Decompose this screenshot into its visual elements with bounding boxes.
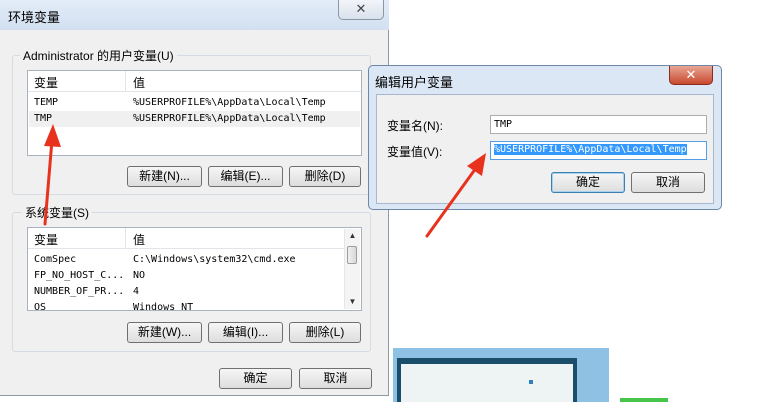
edit-close-button[interactable]: ✕ bbox=[669, 66, 713, 85]
table-row[interactable]: ComSpec C:\Windows\system32\cmd.exe bbox=[29, 252, 344, 268]
user-col-separator[interactable] bbox=[125, 71, 126, 91]
user-delete-button[interactable]: 删除(D) bbox=[289, 166, 361, 187]
system-col-separator[interactable] bbox=[125, 228, 126, 248]
system-row-name: NUMBER_OF_PR... bbox=[34, 286, 125, 297]
user-row-value: %USERPROFILE%\AppData\Local\Temp bbox=[133, 97, 326, 108]
main-dialog-title: 环境变量 bbox=[8, 10, 61, 25]
scrollbar-thumb[interactable] bbox=[347, 246, 357, 264]
environment-variables-dialog: 环境变量 ✕ Administrator 的用户变量(U) 变量 值 TEMP … bbox=[0, 0, 389, 396]
table-row[interactable]: FP_NO_HOST_C... NO bbox=[29, 268, 344, 284]
user-variables-list[interactable]: 变量 值 TEMP %USERPROFILE%\AppData\Local\Te… bbox=[27, 70, 362, 156]
edit-ok-button[interactable]: 确定 bbox=[551, 172, 625, 193]
system-row-name: FP_NO_HOST_C... bbox=[34, 270, 125, 281]
system-variables-label: 系统变量(S) bbox=[22, 204, 92, 221]
system-row-value: 4 bbox=[133, 286, 140, 297]
background-green-strip bbox=[620, 398, 668, 402]
system-row-value: NO bbox=[133, 270, 146, 281]
close-icon: ✕ bbox=[355, 1, 367, 16]
user-edit-button[interactable]: 编辑(E)... bbox=[208, 166, 283, 187]
background-window bbox=[393, 348, 609, 402]
system-delete-button[interactable]: 删除(L) bbox=[289, 322, 361, 343]
edit-user-variable-dialog: 编辑用户变量 ✕ 变量名(N): 变量值(V): %USERPROFILE%\A… bbox=[368, 65, 722, 210]
system-row-name: OS bbox=[34, 302, 47, 311]
user-variables-label: Administrator 的用户变量(U) bbox=[20, 47, 177, 64]
system-row-name: ComSpec bbox=[34, 254, 77, 265]
system-list-header: 变量 值 bbox=[28, 228, 345, 249]
chevron-down-icon[interactable]: ▼ bbox=[345, 295, 360, 309]
system-variables-list[interactable]: 变量 值 ComSpec C:\Windows\system32\cmd.exe… bbox=[27, 227, 362, 311]
user-row-value: %USERPROFILE%\AppData\Local\Temp bbox=[133, 113, 326, 124]
user-col-variable[interactable]: 变量 bbox=[34, 74, 58, 91]
table-row[interactable]: TMP %USERPROFILE%\AppData\Local\Temp bbox=[29, 111, 360, 127]
system-row-value: C:\Windows\system32\cmd.exe bbox=[133, 254, 296, 265]
variable-value-selection: %USERPROFILE%\AppData\Local\Temp bbox=[494, 144, 687, 155]
background-window-content bbox=[401, 364, 573, 402]
variable-value-input[interactable]: %USERPROFILE%\AppData\Local\Temp bbox=[490, 141, 707, 160]
user-row-name: TMP bbox=[34, 113, 53, 124]
main-cancel-button[interactable]: 取消 bbox=[299, 368, 372, 389]
variable-value-label: 变量值(V): bbox=[387, 145, 443, 159]
user-new-button[interactable]: 新建(N)... bbox=[127, 166, 202, 187]
edit-dialog-title: 编辑用户变量 bbox=[375, 75, 454, 90]
table-row[interactable]: TEMP %USERPROFILE%\AppData\Local\Temp bbox=[29, 95, 360, 111]
variable-name-input[interactable] bbox=[490, 115, 707, 134]
system-edit-button[interactable]: 编辑(I)... bbox=[208, 322, 283, 343]
system-col-value[interactable]: 值 bbox=[133, 231, 145, 248]
system-list-scrollbar[interactable]: ▲ ▼ bbox=[344, 229, 360, 309]
user-list-header: 变量 值 bbox=[28, 71, 361, 92]
edit-cancel-button[interactable]: 取消 bbox=[631, 172, 705, 193]
table-row[interactable]: OS Windows_NT bbox=[29, 300, 344, 311]
system-new-button[interactable]: 新建(W)... bbox=[127, 322, 202, 343]
system-col-variable[interactable]: 变量 bbox=[34, 231, 58, 248]
system-row-value: Windows_NT bbox=[133, 302, 194, 311]
chevron-up-icon[interactable]: ▲ bbox=[345, 229, 360, 243]
close-icon: ✕ bbox=[685, 67, 697, 82]
variable-name-label: 变量名(N): bbox=[387, 119, 443, 133]
user-row-name: TEMP bbox=[34, 97, 59, 108]
main-titlebar[interactable]: 环境变量 ✕ bbox=[0, 0, 389, 30]
edit-dialog-body: 变量名(N): 变量值(V): %USERPROFILE%\AppData\Lo… bbox=[376, 94, 714, 204]
user-col-value[interactable]: 值 bbox=[133, 74, 145, 91]
main-ok-button[interactable]: 确定 bbox=[219, 368, 292, 389]
main-close-button[interactable]: ✕ bbox=[338, 0, 384, 20]
background-window-dot bbox=[529, 380, 533, 384]
table-row[interactable]: NUMBER_OF_PR... 4 bbox=[29, 284, 344, 300]
